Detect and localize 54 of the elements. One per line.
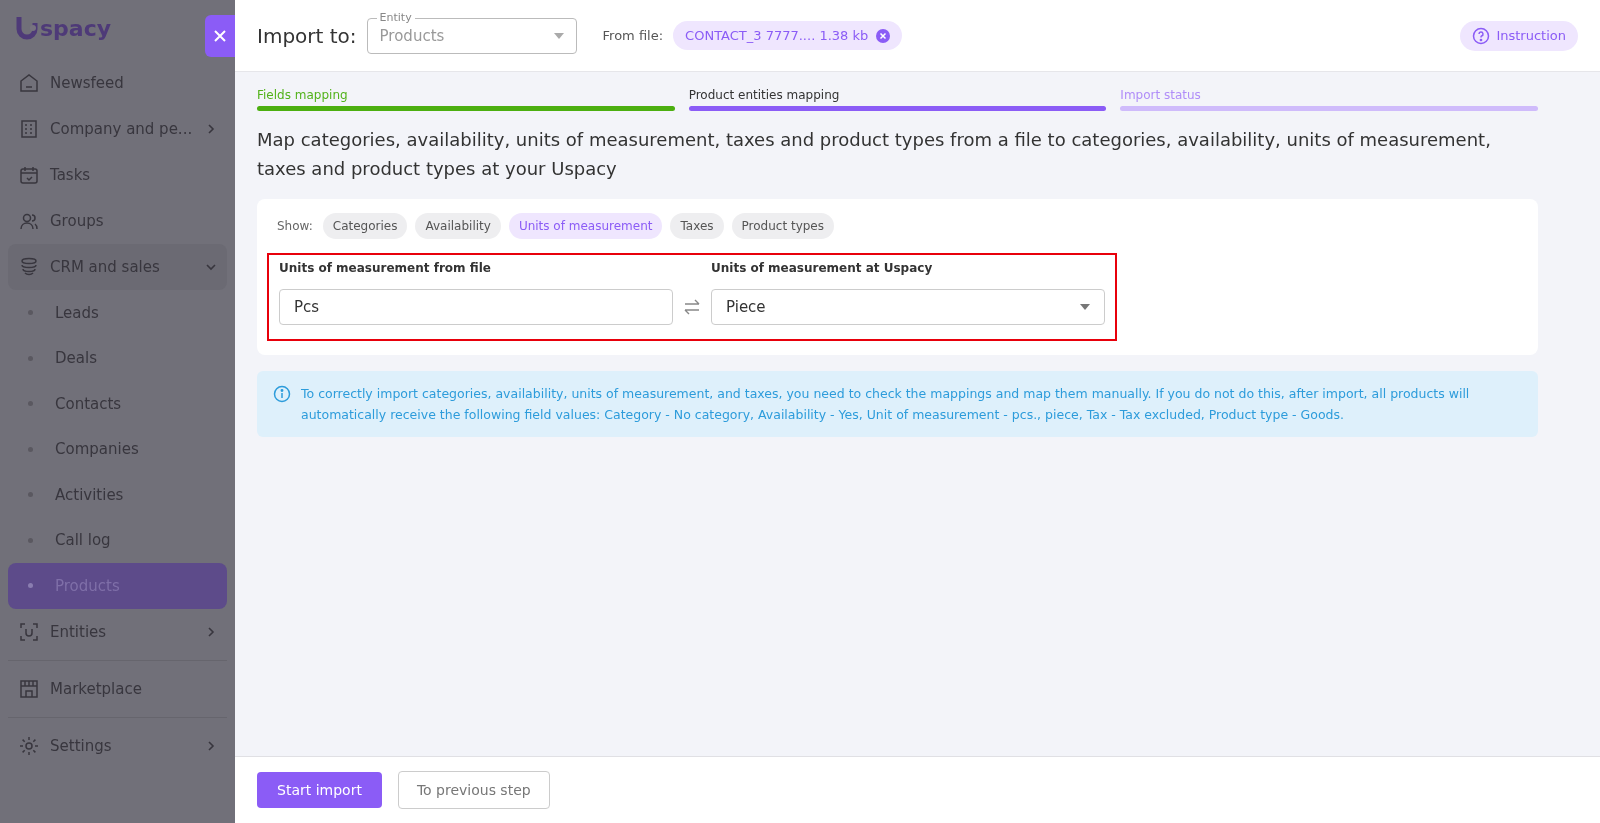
- info-icon: [273, 385, 291, 403]
- filter-chip[interactable]: Product types: [731, 213, 834, 239]
- sidebar-item[interactable]: Marketplace: [8, 665, 227, 712]
- instruction-button[interactable]: Instruction: [1460, 20, 1578, 51]
- progress-step: Product entities mapping: [688, 88, 1107, 111]
- sidebar-item[interactable]: Settings: [8, 722, 227, 769]
- info-text: To correctly import categories, availability, units of measurement, and taxes, you need to check the mappings and map them manually. If you do not do this, after import, all products will automatically receive the following field values: Category - No category, Availability - Yes, Unit of measurement - pcs., piece, Tax - Tax excluded, Product type - Goods.: [301, 385, 1471, 424]
- sidebar-item[interactable]: Newsfeed: [8, 60, 227, 106]
- column-label: Units of measurement from file: [279, 261, 492, 275]
- filter-chip[interactable]: Taxes: [670, 213, 724, 239]
- filter-chip[interactable]: Units of measurement: [508, 213, 663, 239]
- remove-icon[interactable]: [876, 28, 891, 43]
- from-file-label: From file:: [602, 28, 664, 43]
- sidebar-item[interactable]: Groups: [8, 198, 227, 244]
- scan-icon: [18, 620, 40, 643]
- home-icon: [18, 72, 40, 94]
- filter-chip[interactable]: Categories: [322, 213, 408, 239]
- store-icon: [18, 677, 40, 700]
- sidebar-item[interactable]: Tasks: [8, 152, 227, 198]
- dropdown-arrow-icon: [553, 32, 564, 39]
- chevron-right-icon: [205, 123, 217, 135]
- sidebar-subitem[interactable]: Companies: [8, 426, 227, 472]
- show-label: Show:: [277, 219, 313, 233]
- import-title: Import to:: [257, 23, 357, 48]
- input-field[interactable]: Pcs: [279, 289, 673, 325]
- chevron-right-icon: [205, 739, 217, 752]
- start-import-button[interactable]: Start import: [257, 772, 382, 808]
- select-field[interactable]: Piece: [711, 289, 1105, 325]
- sidebar-item[interactable]: Company and pe...: [8, 106, 227, 152]
- sidebar-subitem[interactable]: Activities: [8, 472, 227, 518]
- chevron-down-icon: [205, 261, 217, 273]
- help-icon: [1472, 26, 1491, 45]
- page-heading: Map categories, availability, units of measurement, taxes and product types from a file to categories, availability, units of measurement, taxes and product types at your Uspacy: [257, 128, 1492, 181]
- close-button[interactable]: [205, 15, 235, 57]
- logo-icon: [16, 15, 38, 41]
- sidebar-subitem[interactable]: Leads: [8, 290, 227, 336]
- swap-icon: [683, 299, 701, 315]
- gear-icon: [18, 734, 40, 757]
- building-icon: [18, 118, 40, 140]
- sidebar-subitem[interactable]: Contacts: [8, 381, 227, 427]
- sidebar-item[interactable]: Entities: [8, 608, 227, 655]
- calendar-icon: [18, 164, 40, 186]
- filter-chip[interactable]: Availability: [415, 213, 501, 239]
- dropdown-arrow-icon: [1080, 304, 1090, 310]
- close-icon: [213, 29, 227, 43]
- progress-step: Fields mapping: [257, 88, 675, 111]
- sidebar-subitem[interactable]: Call log: [8, 517, 227, 563]
- column-label: Units of measurement at Uspacy: [711, 261, 934, 275]
- sidebar-subitem[interactable]: Deals: [8, 335, 227, 381]
- chevron-right-icon: [205, 625, 217, 638]
- previous-step-button[interactable]: To previous step: [397, 771, 550, 809]
- file-chip: CONTACT_3 7777.... 1.38 kb: [673, 21, 903, 50]
- stack-icon: [18, 256, 40, 278]
- progress-step: Import status: [1120, 88, 1538, 111]
